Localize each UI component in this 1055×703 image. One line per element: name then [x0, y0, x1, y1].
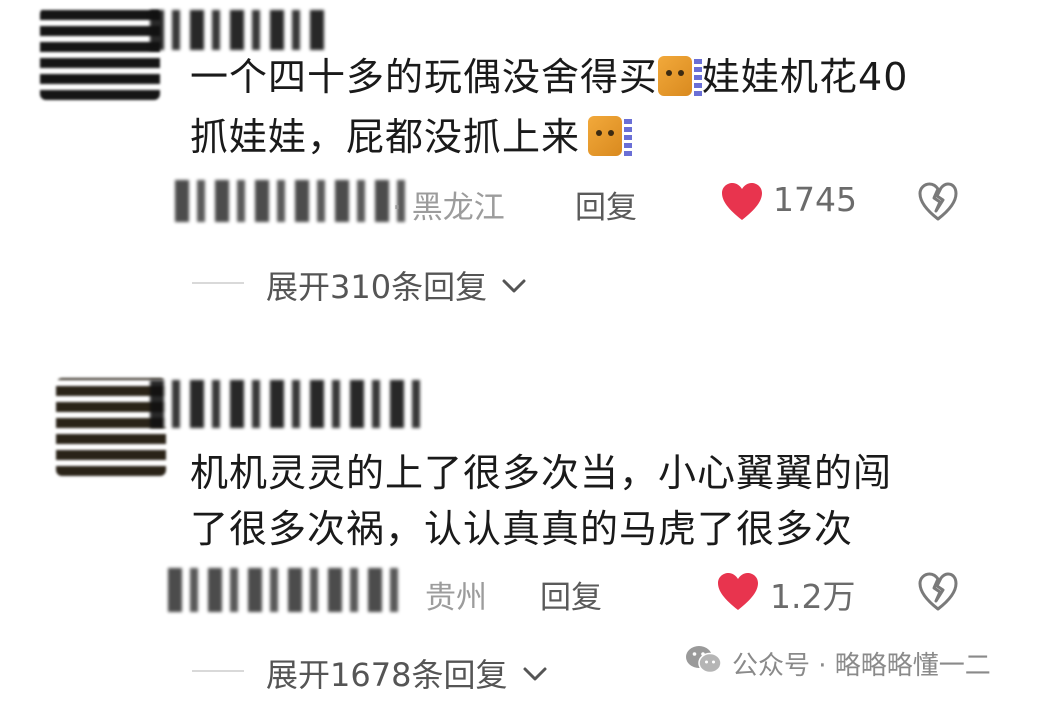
heart-filled-icon[interactable]: [720, 182, 764, 222]
expand-replies-button[interactable]: 展开1678条回复: [266, 650, 548, 696]
comment-text-line2: 了很多次祸，认认真真的马虎了很多次: [190, 507, 854, 551]
expand-divider: [192, 670, 244, 672]
expand-divider: [192, 282, 244, 284]
comment-text-segment: 娃娃机花40: [702, 55, 909, 99]
heart-filled-icon[interactable]: [716, 572, 760, 612]
expand-replies-label: 展开1678条回复: [266, 656, 508, 694]
timestamp-obscured: [168, 568, 408, 612]
location-label: · 黑龙江: [392, 190, 505, 226]
username-obscured[interactable]: [150, 380, 420, 428]
comment-text: 机机灵灵的上了很多次当，小心翼翼的闯: [190, 451, 893, 495]
wechat-icon: [686, 646, 722, 674]
emoji-edge-icon: [694, 56, 703, 96]
dislike-broken-heart-icon[interactable]: [917, 182, 959, 222]
expand-replies-label: 展开310条回复: [266, 268, 488, 306]
chevron-down-icon: [502, 279, 526, 293]
watermark-label: 公众号 · 略略略懂一二: [732, 651, 991, 681]
reply-button[interactable]: 回复: [540, 572, 602, 617]
comment-text-segment: 抓娃娃，屁都没抓上来: [190, 115, 581, 159]
username-obscured[interactable]: [150, 10, 330, 50]
location-label: 贵州: [425, 580, 487, 616]
emoji-edge-icon: [624, 116, 633, 156]
cat-face-emoji-icon: [658, 56, 693, 96]
expand-replies-button[interactable]: 展开310条回复: [266, 262, 527, 308]
comment-text-segment: 一个四十多的玩偶没舍得买: [190, 55, 659, 99]
cat-face-emoji-icon: [588, 116, 623, 156]
like-count: 1.2万: [770, 577, 856, 616]
avatar[interactable]: [40, 8, 160, 100]
like-count: 1745: [773, 180, 857, 219]
comment-text-line2: 抓娃娃，屁都没抓上来: [190, 110, 633, 164]
chevron-down-icon: [523, 667, 547, 681]
dislike-broken-heart-icon[interactable]: [917, 572, 959, 612]
reply-button[interactable]: 回复: [575, 182, 637, 227]
comment-text: 一个四十多的玩偶没舍得买 娃娃机花40: [190, 50, 908, 104]
timestamp-obscured: [175, 180, 405, 222]
